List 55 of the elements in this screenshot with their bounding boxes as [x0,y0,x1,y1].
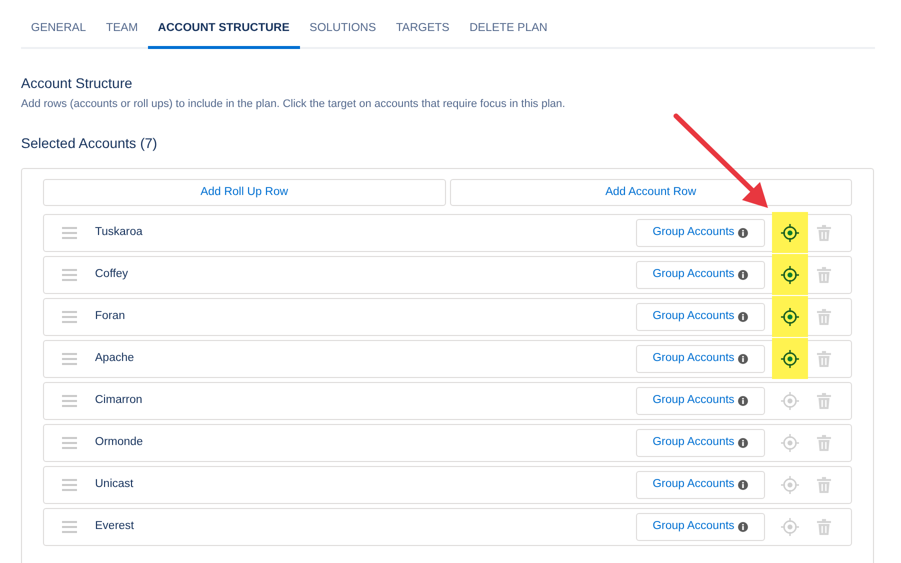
group-accounts-button[interactable]: Group Accounts [636,344,765,373]
group-accounts-button[interactable]: Group Accounts [636,386,765,415]
target-icon[interactable] [781,224,799,242]
account-name: Tuskaroa [95,225,144,240]
group-accounts-button[interactable]: Group Accounts [636,428,765,457]
account-name: Ormonde [95,435,144,450]
trash-icon[interactable] [817,224,831,241]
account-name: Cimarron [95,393,144,408]
trash-icon[interactable] [817,308,831,325]
add-roll-up-row-button[interactable]: Add Roll Up Row [43,178,446,206]
drag-handle-icon[interactable] [62,310,77,323]
section-description: Add rows (accounts or roll ups) to include in the plan. Click the target on accounts that require focus in this plan. [21,97,566,112]
tab[interactable]: DELETE PLAN [459,14,558,50]
tab[interactable]: TEAM [96,14,148,50]
target-icon[interactable] [781,266,799,284]
drag-handle-icon[interactable] [62,226,77,239]
drag-handle-icon[interactable] [62,268,77,281]
section-title: Account Structure [21,74,134,94]
account-name: Foran [95,309,126,324]
account-name: Unicast [95,477,134,492]
trash-icon[interactable] [817,392,831,409]
info-icon [738,438,748,448]
info-icon [738,522,748,532]
info-icon [738,270,748,280]
trash-icon[interactable] [817,350,831,367]
group-accounts-button[interactable]: Group Accounts [636,512,765,541]
info-icon [738,480,748,490]
trash-icon[interactable] [817,518,831,535]
drag-handle-icon[interactable] [62,394,77,407]
account-name: Coffey [95,267,130,282]
group-accounts-button[interactable]: Group Accounts [636,470,765,499]
drag-handle-icon[interactable] [62,352,77,365]
trash-icon[interactable] [817,476,831,493]
trash-icon[interactable] [817,434,831,451]
selected-accounts-title: Selected Accounts (7) [21,134,158,153]
target-icon[interactable] [781,350,799,368]
add-account-row-button[interactable]: Add Account Row [450,178,852,206]
info-icon [738,354,748,364]
info-icon [738,228,748,238]
tab[interactable]: TARGETS [386,14,460,50]
drag-handle-icon[interactable] [62,478,77,491]
group-accounts-button[interactable]: Group Accounts [636,302,765,331]
drag-handle-icon[interactable] [62,436,77,449]
target-icon[interactable] [781,308,799,326]
info-icon [738,396,748,406]
info-icon [738,312,748,322]
trash-icon[interactable] [817,266,831,283]
tab[interactable]: SOLUTIONS [300,14,386,50]
group-accounts-button[interactable]: Group Accounts [636,260,765,289]
account-name: Everest [95,519,135,534]
account-name: Apache [95,351,136,366]
drag-handle-icon[interactable] [62,520,77,533]
tab[interactable]: GENERAL [21,14,96,50]
tab[interactable]: ACCOUNT STRUCTURE [148,14,300,50]
group-accounts-button[interactable]: Group Accounts [636,218,765,247]
